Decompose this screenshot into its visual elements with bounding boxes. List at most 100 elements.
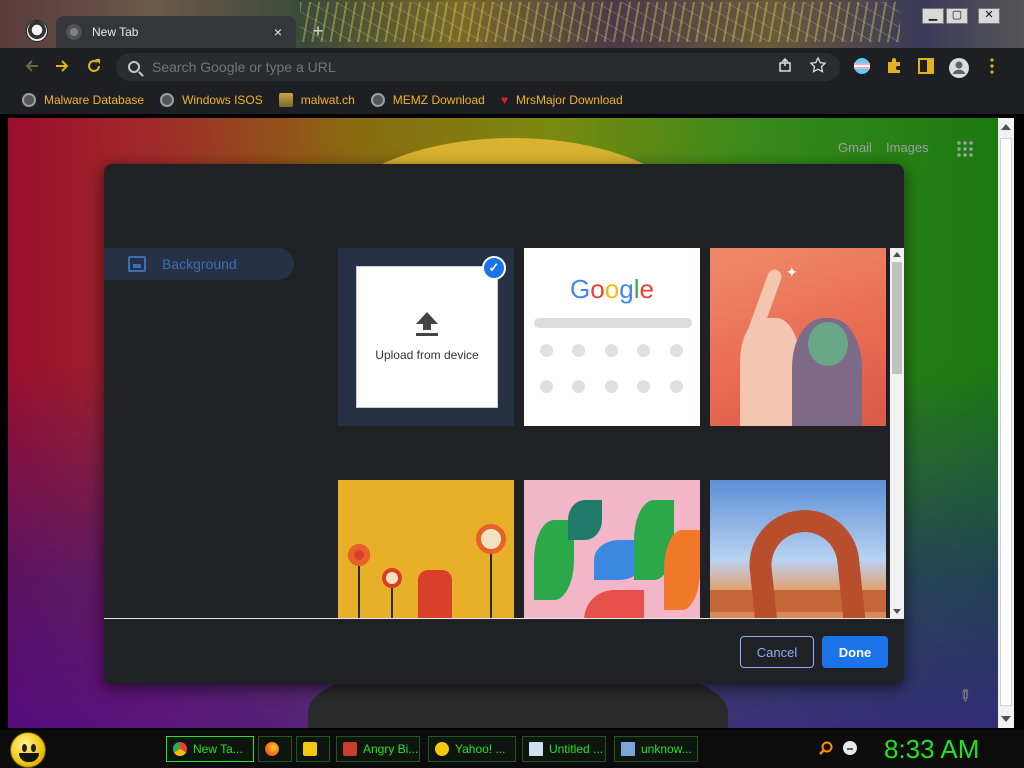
minimize-button[interactable]: ▁ [922, 8, 944, 24]
shortcut-dot [605, 344, 618, 357]
taskbar-item-yahoo[interactable]: Yahoo! ... [428, 736, 516, 762]
arrow-right-icon [56, 60, 69, 72]
globe-icon [160, 93, 175, 107]
bookmark-malwatch[interactable]: malwat.ch [278, 93, 355, 107]
chrome-favicon-icon [66, 24, 82, 40]
background-grid: Upload from device ✓ Google ✦ [338, 248, 904, 618]
bookmark-label: MEMZ Download [392, 93, 485, 107]
title-bar: New Tab × + ▁ ▢ ✕ [0, 0, 1024, 48]
taskbar-item-firefox[interactable] [258, 736, 292, 762]
shortcut-dot [540, 344, 553, 357]
star-icon[interactable] [808, 56, 828, 77]
bookmarks-bar: Malware Database Windows ISOS malwat.ch … [0, 86, 1024, 114]
scroll-up-icon[interactable] [893, 252, 901, 257]
globe-icon [22, 93, 36, 107]
taskbar-item-notepad[interactable]: Untitled ... [522, 736, 606, 762]
bookmark-windows-isos[interactable]: Windows ISOS [160, 93, 263, 107]
background-tile-art[interactable] [338, 480, 514, 618]
flower-icon [476, 524, 506, 554]
bookmark-label: malwat.ch [300, 93, 355, 107]
background-tile-photo[interactable] [710, 480, 886, 618]
done-button[interactable]: Done [822, 636, 888, 668]
nav-item-background[interactable]: Background [104, 248, 294, 280]
tray-smiley-icon[interactable] [842, 740, 858, 756]
images-link[interactable]: Images [886, 140, 929, 155]
avatar-icon[interactable] [948, 57, 969, 78]
shortcut-dot [670, 380, 683, 393]
upload-tile[interactable]: Upload from device ✓ [338, 248, 514, 426]
share-icon[interactable] [776, 57, 796, 77]
customize-dialog: Background Upload from device ✓ Google ✦… [104, 164, 904, 684]
reload-button[interactable] [84, 57, 104, 77]
search-input[interactable] [152, 59, 776, 75]
arrow-left-icon [25, 60, 38, 72]
flower-icon [382, 568, 402, 588]
taskbar-item-angry-birds[interactable]: Angry Bi... [336, 736, 420, 762]
flower-icon [348, 544, 370, 566]
maximize-button[interactable]: ▢ [946, 8, 968, 24]
google-logo: Google [570, 274, 654, 304]
gmail-link[interactable]: Gmail [838, 140, 872, 155]
taskbar-clock: 8:33 AM [884, 734, 980, 764]
bookmark-label: Windows ISOS [182, 93, 263, 107]
scroll-down-icon[interactable] [893, 609, 901, 614]
scroll-down-icon[interactable] [1001, 716, 1011, 722]
notepad-icon [529, 742, 543, 756]
address-bar[interactable] [116, 53, 840, 81]
shortcut-dot [637, 380, 650, 393]
start-smiley-icon[interactable] [10, 732, 46, 768]
forward-button[interactable] [52, 57, 72, 77]
yahoo-messenger-icon [435, 742, 449, 756]
puzzle-icon[interactable] [884, 57, 904, 77]
check-icon: ✓ [482, 256, 506, 280]
scroll-thumb[interactable] [1000, 138, 1012, 706]
image-icon [128, 256, 146, 272]
taskbar-item-label: Untitled ... [549, 742, 604, 756]
search-bar-preview [534, 318, 692, 328]
bookmark-label: MrsMajor Download [515, 93, 623, 107]
bookmark-mrsmajor-download[interactable]: ♥ MrsMajor Download [501, 93, 623, 107]
browser-toolbar [0, 48, 1024, 86]
page-scrollbar[interactable] [998, 118, 1014, 728]
default-theme-tile[interactable]: Google [524, 248, 700, 426]
chrome-icon [173, 742, 187, 756]
bookmark-memz-download[interactable]: MEMZ Download [370, 93, 485, 107]
taskbar-item-label: New Ta... [193, 742, 243, 756]
profile-flag-icon[interactable] [852, 57, 872, 77]
back-button[interactable] [22, 57, 42, 77]
tab-title: New Tab [92, 25, 139, 39]
shortcut-dot [572, 344, 585, 357]
kebab-menu-icon[interactable] [982, 57, 1002, 77]
close-window-button[interactable]: ✕ [978, 8, 1000, 24]
folder-icon [303, 742, 317, 756]
browser-logo-icon [26, 20, 48, 42]
upload-icon [416, 312, 438, 336]
upload-card[interactable]: Upload from device [356, 266, 498, 408]
apps-grid-icon[interactable] [956, 140, 974, 158]
firefox-icon [265, 742, 279, 756]
taskbar-item-folder[interactable] [296, 736, 330, 762]
heart-icon: ♥ [500, 93, 508, 107]
shortcut-dot [540, 380, 553, 393]
tab-new-tab[interactable]: New Tab × [56, 16, 296, 48]
cancel-button[interactable]: Cancel [740, 636, 814, 668]
side-panel-icon[interactable] [916, 57, 936, 77]
theme-decoration [300, 2, 900, 42]
grid-scrollbar[interactable] [890, 248, 904, 618]
malwatch-icon [278, 93, 293, 107]
background-tile-art[interactable]: ✦ [710, 248, 886, 426]
shortcut-dot [605, 380, 618, 393]
taskbar-item-unknown[interactable]: unknow... [614, 736, 698, 762]
background-tile-art[interactable] [524, 480, 700, 618]
search-icon [128, 61, 140, 73]
tab-close-icon[interactable]: × [270, 24, 286, 40]
taskbar-item-chrome[interactable]: New Ta... [166, 736, 254, 762]
new-tab-button[interactable]: + [308, 22, 328, 42]
taskbar-item-label: Angry Bi... [363, 742, 419, 756]
scroll-thumb[interactable] [892, 262, 902, 374]
customize-pencil-icon[interactable]: ✎ [953, 684, 977, 708]
search-icon[interactable] [818, 740, 834, 756]
bookmark-malware-database[interactable]: Malware Database [22, 93, 144, 107]
scroll-up-icon[interactable] [1001, 124, 1011, 130]
window-icon [621, 742, 635, 756]
